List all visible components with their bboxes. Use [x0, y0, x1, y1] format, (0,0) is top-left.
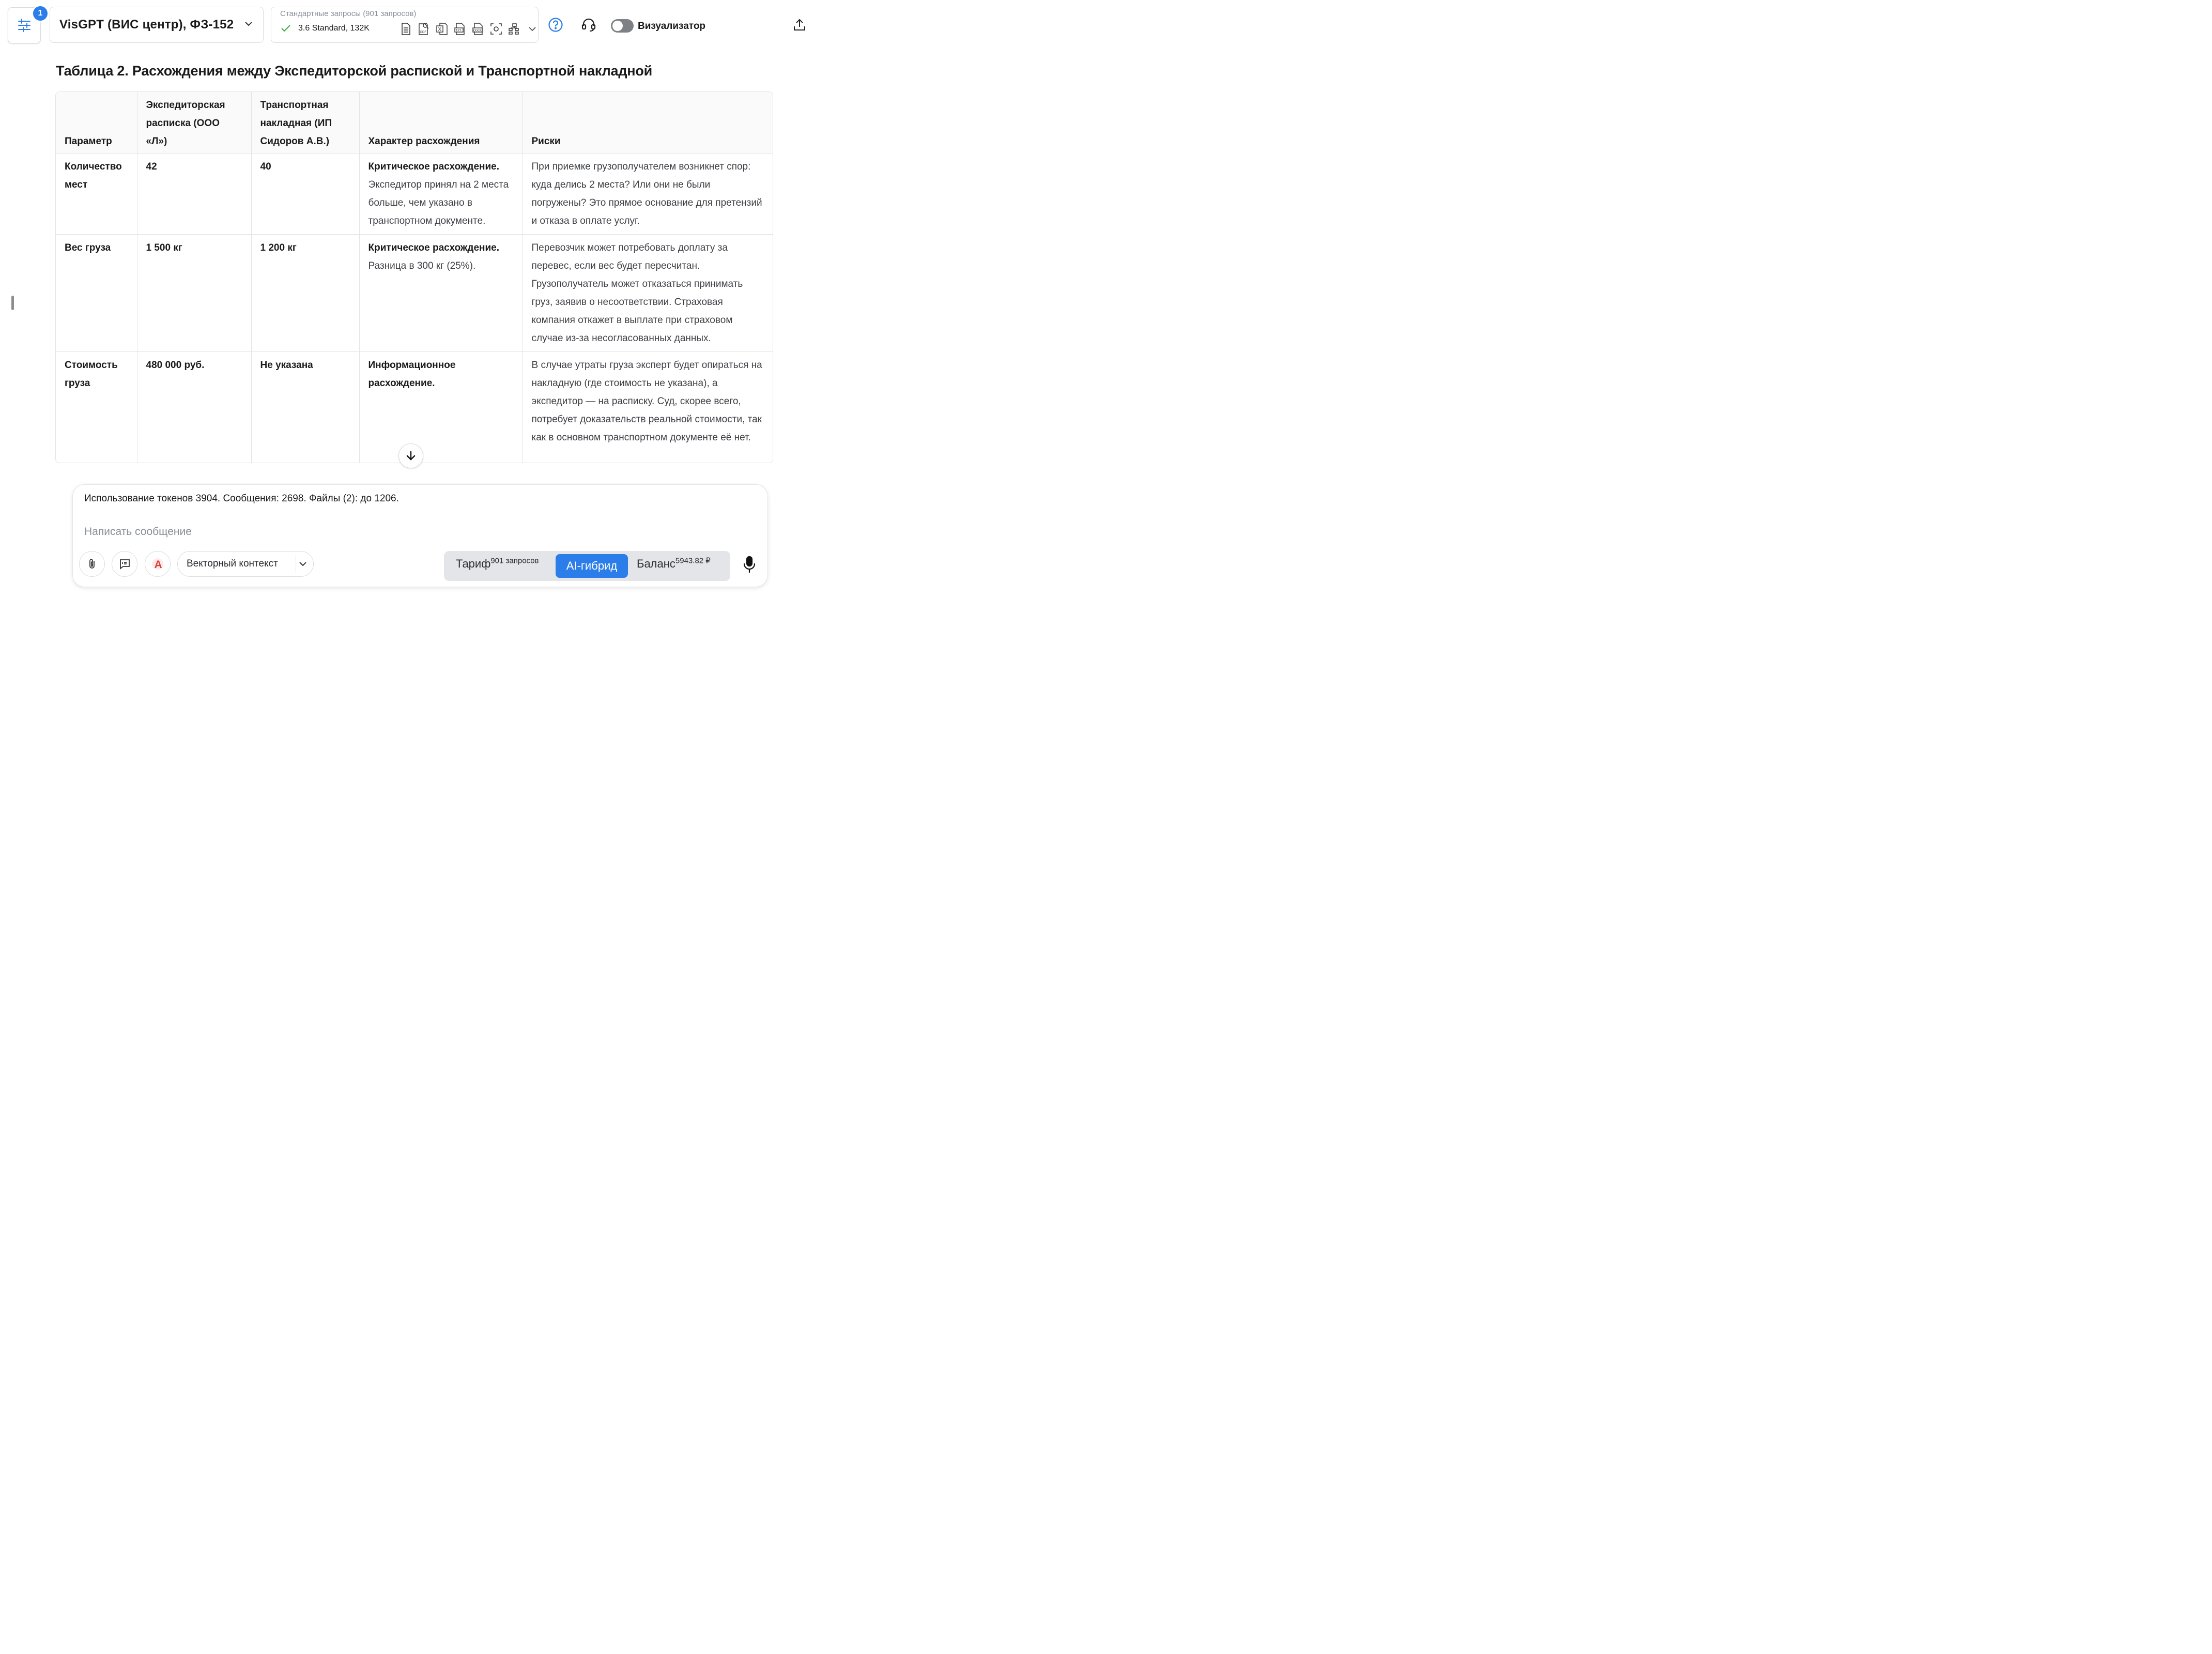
- visualizer-toggle[interactable]: [611, 19, 634, 33]
- question-circle-icon: [548, 18, 563, 32]
- cell-nature: Информационное расхождение.: [359, 351, 523, 463]
- cell-waybill: Не указана: [251, 351, 360, 463]
- file-type-icons: PDF X TXT DOCX: [398, 22, 539, 36]
- chevron-down-icon[interactable]: [525, 22, 539, 36]
- vector-context-label: Векторный контекст: [187, 558, 278, 569]
- cell-receipt: 42: [137, 153, 252, 235]
- tariff-label: Тариф: [456, 557, 491, 570]
- svg-text:PDF: PDF: [420, 31, 426, 34]
- balance-info[interactable]: Баланс5943.82 ₽: [637, 557, 711, 571]
- tariff-bar: Тариф901 запросов AI-гибрид Баланс5943.8…: [444, 551, 730, 581]
- svg-text:A: A: [155, 559, 162, 571]
- cell-risks: При приемке грузополучателем возникнет с…: [523, 153, 773, 235]
- diagram-icon: [507, 22, 521, 36]
- header-nature: Характер расхождения: [359, 92, 523, 154]
- message-composer: Использование токенов 3904. Сообщения: 2…: [72, 484, 768, 587]
- prompts-button[interactable]: [112, 551, 137, 577]
- nature-bold: Информационное расхождение.: [368, 360, 456, 389]
- chevron-down-icon[interactable]: [299, 561, 307, 567]
- table-row: Количество мест 42 40 Критическое расхож…: [56, 153, 773, 235]
- cell-nature: Критическое расхождение. Разница в 300 кг…: [359, 234, 523, 352]
- requests-model: 3.6 Standard, 132K: [298, 24, 370, 33]
- cell-parameter: Стоимость груза: [56, 351, 137, 463]
- excel-icon: X: [435, 22, 449, 36]
- header-waybill: Транспортная накладная (ИП Сидоров А.В.): [251, 92, 360, 154]
- letter-a-icon: A: [152, 558, 163, 571]
- attach-button[interactable]: [79, 551, 105, 577]
- docx-icon: DOCX: [471, 22, 485, 36]
- nature-bold: Критическое расхождение.: [368, 242, 500, 253]
- table-row: Вес груза 1 500 кг 1 200 кг Критическое …: [56, 234, 773, 352]
- table-header-row: Параметр Экспедиторская расписка (ООО «Л…: [56, 92, 773, 154]
- arrow-down-icon: [406, 451, 416, 461]
- toggle-knob: [612, 21, 623, 31]
- nature-bold: Критическое расхождение.: [368, 161, 500, 172]
- svg-text:DOCX: DOCX: [473, 29, 482, 32]
- check-icon: [281, 25, 290, 32]
- help-button[interactable]: [548, 17, 563, 33]
- share-button[interactable]: [793, 18, 806, 32]
- cell-waybill: 40: [251, 153, 360, 235]
- svg-text:X: X: [438, 27, 441, 33]
- message-input[interactable]: [83, 522, 447, 542]
- spellcheck-button[interactable]: A: [145, 551, 171, 577]
- notification-badge: 1: [32, 5, 49, 22]
- balance-value: 5943.82 ₽: [675, 556, 711, 565]
- chevron-down-icon: [245, 22, 252, 26]
- cell-receipt: 1 500 кг: [137, 234, 252, 352]
- visualizer-label: Визуализатор: [638, 21, 706, 32]
- vector-context-select[interactable]: Векторный контекст: [177, 551, 314, 577]
- upload-icon: [794, 19, 805, 30]
- screenshot-icon: [489, 22, 503, 36]
- headset-icon: [581, 18, 596, 32]
- panel-resize-handle[interactable]: [11, 296, 14, 310]
- cell-risks: В случае утраты груза эксперт будет опир…: [531, 360, 762, 443]
- nature-text: Экспедитор принял на 2 места больше, чем…: [368, 179, 509, 226]
- cell-parameter: Вес груза: [56, 234, 137, 352]
- cell-waybill: 1 200 кг: [251, 234, 360, 352]
- ai-hybrid-button[interactable]: AI-гибрид: [556, 554, 628, 578]
- txt-icon: TXT: [453, 22, 467, 36]
- microphone-button[interactable]: [743, 556, 756, 573]
- pdf-search-icon: PDF: [417, 22, 431, 36]
- requests-selector[interactable]: Стандартные запросы (901 запросов) 3.6 S…: [271, 7, 539, 43]
- token-usage: Использование токенов 3904. Сообщения: 2…: [84, 493, 399, 504]
- discrepancy-table: Параметр Экспедиторская расписка (ООО «Л…: [55, 91, 773, 463]
- chat-prompt-icon: [120, 559, 130, 570]
- tariff-value: 901 запросов: [490, 556, 539, 565]
- requests-caption: Стандартные запросы (901 запросов): [280, 9, 417, 18]
- header-risks: Риски: [523, 92, 773, 154]
- microphone-icon: [743, 556, 756, 573]
- cell-risks: Перевозчик может потребовать доплату за …: [523, 234, 773, 352]
- balance-label: Баланс: [637, 557, 675, 570]
- table-title: Таблица 2. Расхождения между Экспедиторс…: [56, 63, 653, 79]
- svg-text:TXT: TXT: [455, 29, 462, 32]
- tariff-info[interactable]: Тариф901 запросов: [456, 557, 539, 571]
- cell-receipt: 480 000 руб.: [137, 351, 252, 463]
- support-button[interactable]: [581, 17, 596, 33]
- doc-icon: [398, 22, 412, 36]
- cell-parameter: Количество мест: [56, 153, 137, 235]
- model-selector[interactable]: VisGPT (ВИС центр), ФЗ-152: [50, 7, 264, 43]
- scroll-down-button[interactable]: [398, 443, 423, 468]
- header-parameter: Параметр: [56, 92, 137, 154]
- paperclip-icon: [89, 559, 95, 569]
- nature-text: Разница в 300 кг (25%).: [368, 261, 476, 271]
- sliders-icon: [18, 19, 30, 32]
- model-title: VisGPT (ВИС центр), ФЗ-152: [59, 18, 234, 32]
- header-receipt: Экспедиторская расписка (ООО «Л»): [137, 92, 252, 154]
- cell-nature: Критическое расхождение. Экспедитор приня…: [359, 153, 523, 235]
